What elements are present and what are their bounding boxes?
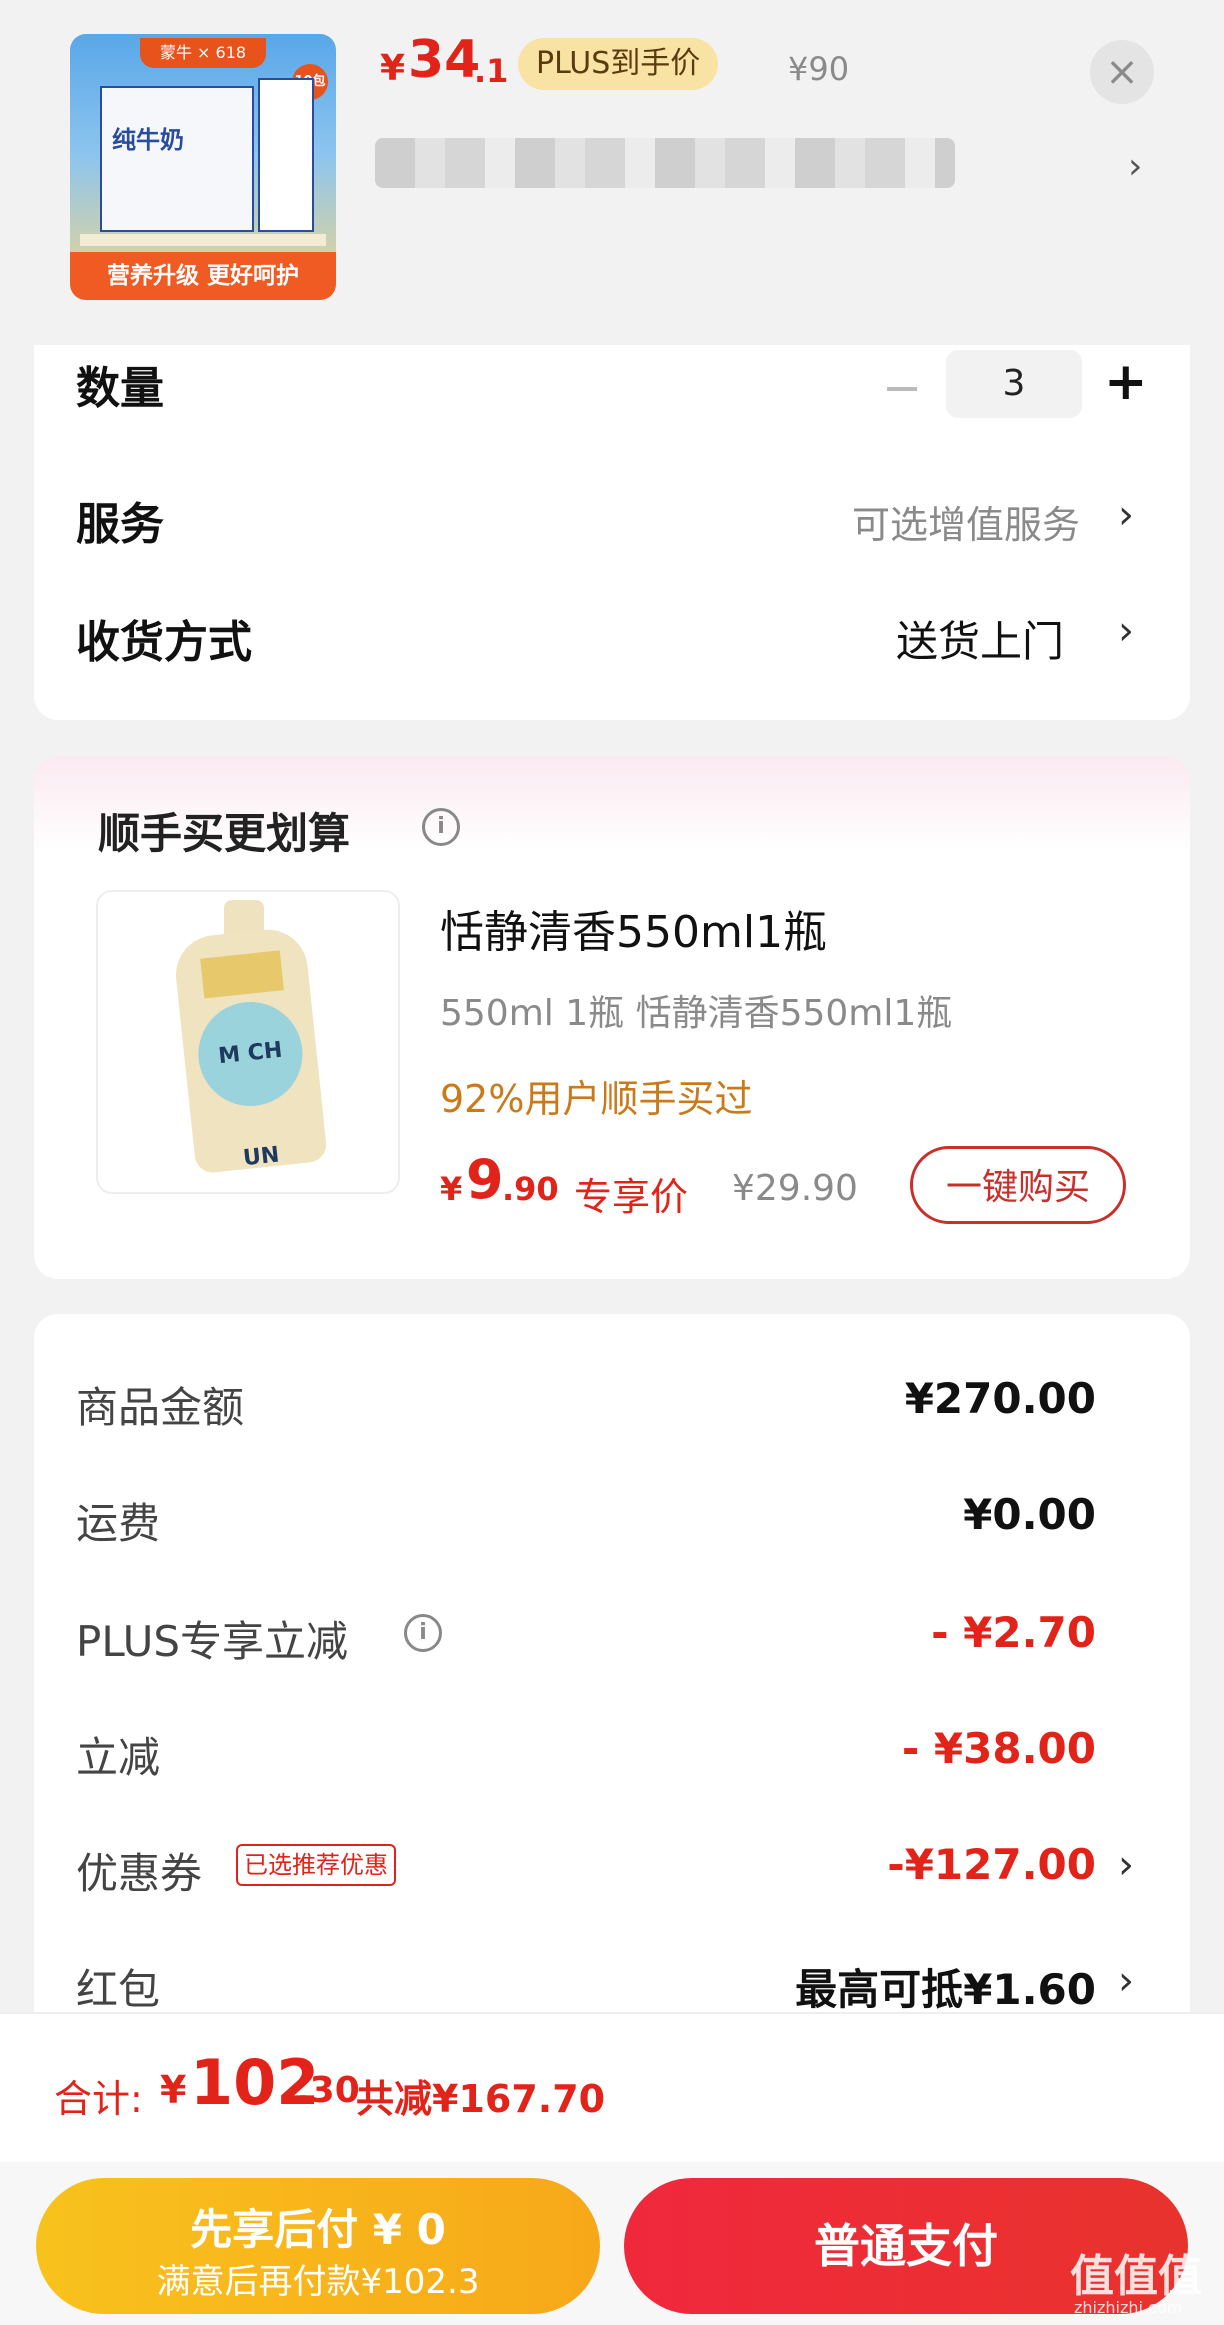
pay-later-button[interactable]: 先享后付 ¥ 0 满意后再付款¥102.3 [36,2178,600,2314]
plus-discount-value: - ¥2.70 [931,1608,1096,1657]
plus-discount-label: PLUS专享立减 [76,1617,349,1666]
upsell-social-proof: 92%用户顺手买过 [440,1077,753,1121]
coupon-chevron-icon[interactable]: › [1118,1842,1134,1888]
coupon-value[interactable]: -¥127.00 [696,1840,1096,1889]
upsell-price-label: 专享价 [574,1175,689,1219]
pay-later-title: 先享后付 ¥ 0 [190,2205,446,2254]
header-price-decimal: .1 [474,52,509,90]
header-price-currency: ¥ [380,48,406,89]
shipping-label: 运费 [76,1499,161,1548]
items-total-label: 商品金额 [76,1383,245,1432]
upsell-price-integer: 9 [466,1148,504,1211]
info-icon[interactable]: i [422,808,460,846]
watermark-logo: 值值值 [1070,2251,1202,2302]
shipping-value: ¥0.00 [963,1490,1096,1539]
items-total-value: ¥270.00 [904,1374,1096,1423]
red-packet-label: 红包 [76,1965,161,2014]
total-saved: 共减¥167.70 [356,2077,606,2121]
product-thumbnail[interactable]: 蒙牛 × 618 10包 纯牛奶 营养升级 更好呵护 [70,34,336,300]
upsell-price-decimal: .90 [502,1170,559,1208]
instant-discount-label: 立减 [76,1733,161,1782]
upsell-product-spec: 550ml 1瓶 恬静清香550ml1瓶 [440,993,953,1034]
header-original-price: ¥90 [788,50,850,88]
red-packet-chevron-icon[interactable]: › [1118,1958,1134,2004]
service-value[interactable]: 可选增值服务 [852,494,1080,549]
service-label: 服务 [76,499,164,550]
thumbnail-brand: 蒙牛 × 618 [140,38,266,68]
watermark-url: zhizhizhi.com [1074,2298,1183,2317]
thumbnail-caption-strip [80,234,326,246]
total-decimal: .30 [296,2070,360,2111]
total-label: 合计: [54,2077,143,2121]
bottle-label: M CH UN [193,996,308,1171]
delivery-value[interactable]: 送货上门 [896,608,1064,669]
thumbnail-box-text: 纯牛奶 [112,126,184,154]
plus-discount-info-icon[interactable]: i [404,1614,442,1652]
thumbnail-banner: 营养升级 更好呵护 [70,252,336,300]
total-currency: ¥ [160,2068,187,2112]
service-chevron-icon[interactable]: › [1118,492,1134,538]
upsell-price-currency: ¥ [440,1170,463,1208]
quantity-decrease-button[interactable]: − [882,360,922,416]
bottle-neck-label [200,950,284,999]
upsell-product-image[interactable]: M CH UN [96,890,400,1194]
close-button[interactable]: × [1090,40,1154,104]
instant-discount-value: - ¥38.00 [901,1724,1096,1773]
quantity-input[interactable]: 3 [946,350,1082,418]
delivery-chevron-icon[interactable]: › [1118,608,1134,654]
thumbnail-box-graphic [100,86,254,232]
red-packet-value[interactable]: 最高可抵¥1.60 [696,1956,1096,2017]
coupon-label: 优惠券 [76,1849,203,1898]
quantity-increase-button[interactable]: + [1104,352,1148,412]
delivery-label: 收货方式 [76,617,252,668]
upsell-product-name[interactable]: 恬静清香550ml1瓶 [440,896,827,960]
quantity-label: 数量 [76,363,164,414]
spec-selector-blurred[interactable] [375,138,955,188]
plus-price-tag: PLUS到手价 [518,38,719,90]
pay-later-subtitle: 满意后再付款¥102.3 [156,2262,480,2302]
close-icon: × [1105,49,1139,95]
bottle-graphic: M CH UN [172,925,328,1175]
header-price-integer: 34 [408,30,481,90]
coupon-recommended-tag: 已选推荐优惠 [236,1844,396,1886]
one-click-buy-button[interactable]: 一键购买 [910,1146,1126,1224]
thumbnail-carton-graphic [258,78,314,232]
upsell-title: 顺手买更划算 [98,809,351,858]
upsell-original-price: ¥29.90 [732,1168,858,1209]
chevron-right-icon[interactable]: › [1128,146,1142,187]
